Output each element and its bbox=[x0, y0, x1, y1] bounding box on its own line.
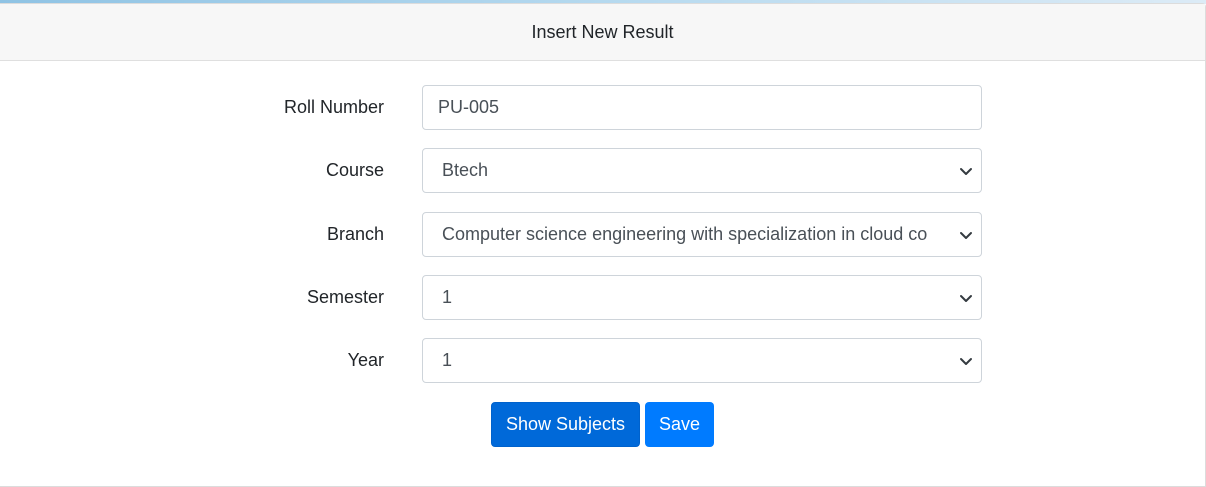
branch-label: Branch bbox=[326, 224, 384, 244]
chevron-down-icon bbox=[960, 295, 972, 302]
year-selected-value: 1 bbox=[442, 350, 453, 370]
show-subjects-button[interactable]: Show Subjects bbox=[491, 402, 640, 447]
card-header: Insert New Result bbox=[0, 4, 1205, 61]
course-row: Course Btech bbox=[0, 148, 1206, 193]
roll-number-row: Roll Number PU-005 bbox=[0, 85, 1206, 130]
branch-row: Branch Computer science engineering with… bbox=[0, 212, 1206, 257]
roll-number-value: PU-005 bbox=[438, 97, 500, 117]
course-selected-value: Btech bbox=[442, 160, 489, 180]
roll-number-label: Roll Number bbox=[283, 97, 384, 117]
year-row: Year 1 bbox=[0, 338, 1206, 383]
year-select[interactable]: 1 bbox=[422, 338, 982, 383]
chevron-down-icon bbox=[960, 168, 972, 175]
save-button[interactable]: Save bbox=[645, 402, 714, 447]
year-label: Year bbox=[347, 350, 384, 370]
semester-select[interactable]: 1 bbox=[422, 275, 982, 320]
course-label: Course bbox=[325, 160, 384, 180]
page-title: Insert New Result bbox=[531, 21, 674, 42]
branch-selected-value: Computer science engineering with specia… bbox=[442, 224, 928, 244]
branch-select[interactable]: Computer science engineering with specia… bbox=[422, 212, 982, 257]
course-select[interactable]: Btech bbox=[422, 148, 982, 193]
semester-label: Semester bbox=[306, 287, 384, 307]
semester-selected-value: 1 bbox=[442, 287, 453, 307]
semester-row: Semester 1 bbox=[0, 275, 1206, 320]
chevron-down-icon bbox=[960, 232, 972, 239]
chevron-down-icon bbox=[960, 358, 972, 365]
roll-number-input[interactable]: PU-005 bbox=[422, 85, 982, 130]
